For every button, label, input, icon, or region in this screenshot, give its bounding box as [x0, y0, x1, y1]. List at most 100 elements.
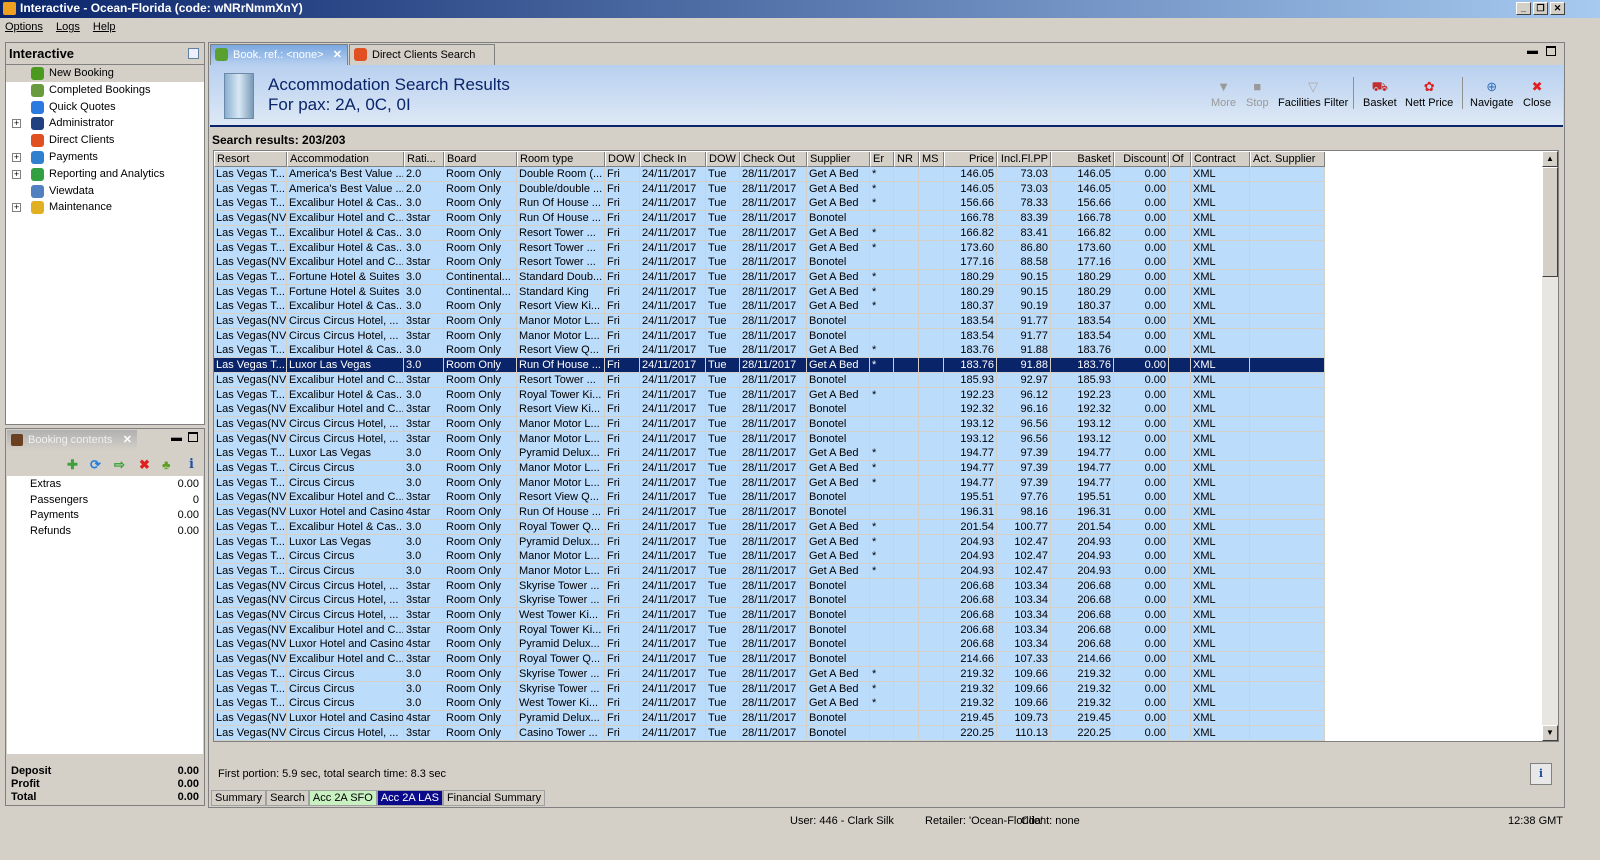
bottom-tab-acc-2a-sfo[interactable]: Acc 2A SFO [308, 790, 377, 806]
table-row[interactable]: Las Vegas T... Circus Circus 3.0 Room Only W… [214, 696, 1325, 712]
nav-item-new-booking[interactable]: New Booking [6, 65, 204, 82]
collapse-icon[interactable] [188, 48, 199, 59]
table-row[interactable]: Las Vegas T... Excalibur Hotel & Cas... 3.… [214, 519, 1325, 535]
table-row[interactable]: Las Vegas(NV) Excalibur Hotel and C... 3st… [214, 402, 1325, 418]
nav-item-quick-quotes[interactable]: Quick Quotes [6, 99, 204, 116]
refresh-icon[interactable]: ⟳ [90, 457, 101, 473]
add-icon[interactable]: ✚ [67, 457, 78, 473]
menu-help[interactable]: Help [93, 21, 116, 33]
expand-icon[interactable]: + [12, 169, 21, 179]
table-row[interactable]: Las Vegas(NV) Luxor Hotel and Casino 4star… [214, 637, 1325, 653]
column-header[interactable]: Discount [1114, 152, 1169, 167]
bottom-tab-financial-summary[interactable]: Financial Summary [442, 790, 546, 806]
table-row[interactable]: Las Vegas(NV) Circus Circus Hotel, ... 3st… [214, 725, 1325, 741]
nav-item-direct-clients[interactable]: Direct Clients [6, 132, 204, 149]
table-row[interactable]: Las Vegas T... Luxor Las Vegas 3.0 Room Onl… [214, 358, 1325, 374]
bottom-tab-summary[interactable]: Summary [211, 790, 267, 806]
column-header[interactable]: DOW [706, 152, 740, 167]
column-header[interactable]: Act. Supplier [1250, 152, 1325, 167]
table-row[interactable]: Las Vegas T... Circus Circus 3.0 Room Only M… [214, 475, 1325, 491]
basket-button[interactable]: ⛟ Basket [1363, 79, 1397, 109]
table-row[interactable]: Las Vegas T... Excalibur Hotel & Cas... 3.… [214, 196, 1325, 212]
column-header[interactable]: Accommodation [287, 152, 404, 167]
column-header[interactable]: Resort [214, 152, 287, 167]
table-row[interactable]: Las Vegas(NV) Excalibur Hotel and C... 3st… [214, 490, 1325, 506]
booking-contents-tab[interactable]: Booking contents ✕ [7, 430, 137, 450]
table-row[interactable]: Las Vegas T... Luxor Las Vegas 3.0 Room Onl… [214, 534, 1325, 550]
table-row[interactable]: Las Vegas T... Excalibur Hotel & Cas... 3.… [214, 387, 1325, 403]
table-row[interactable]: Las Vegas(NV) Circus Circus Hotel, ... 3st… [214, 314, 1325, 329]
minimize-icon[interactable]: ▬ [171, 432, 182, 444]
table-row[interactable]: Las Vegas T... Circus Circus 3.0 Room Only S… [214, 681, 1325, 697]
column-header[interactable]: MS [919, 152, 944, 167]
menu-logs[interactable]: Logs [56, 21, 80, 33]
scroll-thumb[interactable] [1542, 167, 1558, 277]
expand-icon[interactable]: + [12, 203, 21, 213]
maximize-icon[interactable] [188, 432, 198, 442]
table-row[interactable]: Las Vegas T... Circus Circus 3.0 Room Only M… [214, 549, 1325, 565]
table-row[interactable]: Las Vegas T... Luxor Las Vegas 3.0 Room Onl… [214, 446, 1325, 462]
table-row[interactable]: Las Vegas(NV) Luxor Hotel and Casino 4star… [214, 505, 1325, 521]
facilities-filter-button[interactable]: ▽ Facilities Filter [1278, 79, 1348, 109]
table-row[interactable]: Las Vegas(NV) Excalibur Hotel and C... 3st… [214, 255, 1325, 271]
close-tab-icon[interactable]: ✕ [333, 48, 342, 61]
table-row[interactable]: Las Vegas(NV) Circus Circus Hotel, ... 3st… [214, 578, 1325, 594]
column-header[interactable]: Room type [517, 152, 605, 167]
table-row[interactable]: Las Vegas T... Circus Circus 3.0 Room Only M… [214, 563, 1325, 579]
table-row[interactable]: Las Vegas(NV) Circus Circus Hotel, ... 3st… [214, 608, 1325, 623]
expand-icon[interactable]: + [12, 152, 21, 162]
maximize-icon[interactable] [1546, 46, 1556, 56]
column-header[interactable]: Incl.Fl.PP [997, 152, 1051, 167]
column-header[interactable]: Of [1169, 152, 1191, 167]
vertical-scrollbar[interactable]: ▲ ▼ [1542, 151, 1558, 741]
nav-item-reporting-and-analytics[interactable]: + Reporting and Analytics [6, 166, 204, 183]
menu-options[interactable]: Options [5, 21, 43, 33]
navigate-button[interactable]: ⊕ Navigate [1470, 79, 1513, 109]
tab-direct-clients-search[interactable]: Direct Clients Search [349, 44, 495, 65]
bottom-tab-acc-2a-las[interactable]: Acc 2A LAS [376, 790, 443, 806]
table-row[interactable]: Las Vegas T... Excalibur Hotel & Cas... 3.… [214, 240, 1325, 256]
delete-icon[interactable]: ✖ [139, 457, 150, 473]
table-row[interactable]: Las Vegas T... America's Best Value ... 2.… [214, 167, 1325, 182]
column-header[interactable]: Er [870, 152, 894, 167]
table-row[interactable]: Las Vegas(NV) Luxor Hotel and Casino 4star… [214, 710, 1325, 726]
table-row[interactable]: Las Vegas(NV) Circus Circus Hotel, ... 3st… [214, 328, 1325, 344]
nav-item-administrator[interactable]: + Administrator [6, 115, 204, 132]
expand-icon[interactable]: + [12, 119, 21, 129]
column-header[interactable]: Board [444, 152, 517, 167]
close-icon[interactable]: ✕ [123, 433, 132, 446]
column-header[interactable]: Rati... [404, 152, 444, 167]
column-header[interactable]: Check Out [740, 152, 807, 167]
nav-item-viewdata[interactable]: Viewdata [6, 183, 204, 200]
table-row[interactable]: Las Vegas(NV) Circus Circus Hotel, ... 3st… [214, 593, 1325, 609]
table-row[interactable]: Las Vegas(NV) Excalibur Hotel and C... 3st… [214, 622, 1325, 638]
bottom-tab-search[interactable]: Search [266, 790, 309, 806]
palm-icon[interactable]: ♣ [162, 457, 171, 472]
nav-item-payments[interactable]: + Payments [6, 149, 204, 166]
table-row[interactable]: Las Vegas(NV) Excalibur Hotel and C... 3st… [214, 372, 1325, 388]
close-button[interactable]: ✖ Close [1523, 79, 1551, 109]
nav-item-completed-bookings[interactable]: Completed Bookings [6, 82, 204, 99]
info-button[interactable]: i [1530, 763, 1552, 785]
scroll-up-icon[interactable]: ▲ [1542, 151, 1558, 167]
table-row[interactable]: Las Vegas(NV) Excalibur Hotel and C... 3st… [214, 211, 1325, 227]
table-row[interactable]: Las Vegas T... Excalibur Hotel & Cas... 3.… [214, 299, 1325, 315]
table-row[interactable]: Las Vegas T... Circus Circus 3.0 Room Only M… [214, 461, 1325, 476]
more-button[interactable]: ▼ More [1211, 79, 1236, 109]
minimize-icon[interactable]: ▬ [1527, 45, 1538, 57]
basket-transfer-icon[interactable]: ⇨ [114, 457, 125, 473]
table-row[interactable]: Las Vegas(NV) Excalibur Hotel and C... 3st… [214, 652, 1325, 668]
column-header[interactable]: NR [894, 152, 919, 167]
table-row[interactable]: Las Vegas T... Fortune Hotel & Suites 3.0 C… [214, 284, 1325, 300]
nett-price-button[interactable]: ✿ Nett Price [1405, 79, 1453, 109]
stop-button[interactable]: ■ Stop [1246, 79, 1269, 109]
column-header[interactable]: Price [944, 152, 997, 167]
table-row[interactable]: Las Vegas T... Excalibur Hotel & Cas... 3.… [214, 343, 1325, 359]
column-header[interactable]: DOW [605, 152, 640, 167]
table-row[interactable]: Las Vegas(NV) Circus Circus Hotel, ... 3st… [214, 431, 1325, 447]
info-icon[interactable]: i [189, 457, 194, 472]
tab-booking[interactable]: Book. ref.: <none> ✕ [210, 44, 348, 65]
table-row[interactable]: Las Vegas T... Excalibur Hotel & Cas... 3.… [214, 225, 1325, 241]
column-header[interactable]: Basket [1051, 152, 1114, 167]
column-header[interactable]: Supplier [807, 152, 870, 167]
